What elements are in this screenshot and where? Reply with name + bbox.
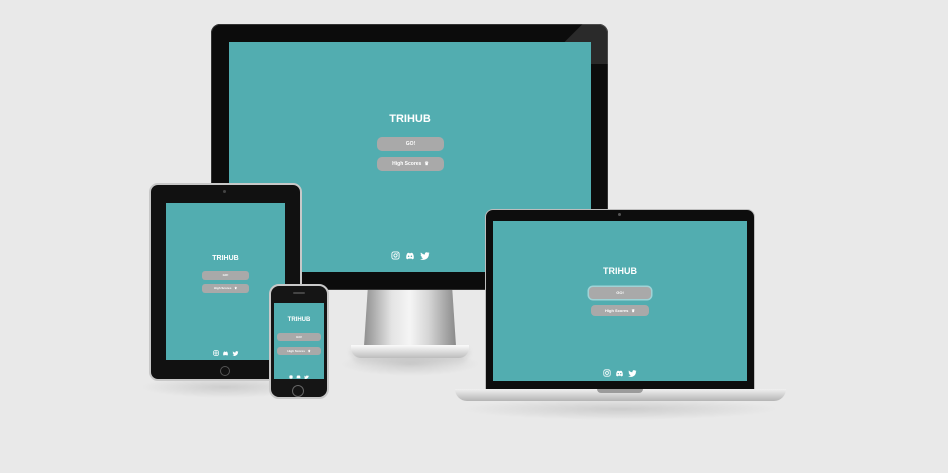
- phone-home-button: [292, 385, 304, 397]
- phone-speaker: [293, 292, 305, 294]
- discord-icon[interactable]: [615, 370, 624, 377]
- laptop-shadow: [460, 398, 780, 420]
- high-scores-button[interactable]: High Scores ♛: [277, 347, 321, 355]
- tablet-camera: [223, 190, 226, 193]
- social-links: [274, 375, 324, 379]
- high-scores-label: High Scores: [392, 161, 422, 167]
- crown-icon: ♛: [424, 161, 429, 167]
- phone: TRIHUB GO! High Scores ♛: [269, 284, 329, 399]
- laptop: TRIHUB GO! High Scores ♛: [485, 209, 755, 391]
- crown-icon: ♛: [631, 308, 635, 313]
- twitter-icon[interactable]: [304, 375, 309, 379]
- high-scores-label: High Scores: [213, 286, 232, 290]
- discord-icon[interactable]: [296, 375, 301, 379]
- social-links: [493, 369, 747, 377]
- laptop-notch: [597, 389, 643, 393]
- high-scores-button[interactable]: High Scores ♛: [377, 157, 444, 171]
- page-title: TRIHUB: [603, 266, 637, 276]
- high-scores-label: High Scores: [605, 308, 629, 313]
- high-scores-label: High Scores: [287, 349, 305, 353]
- page-title: TRIHUB: [212, 255, 239, 262]
- tablet-screen: TRIHUB GO! High Scores ♛: [166, 203, 285, 360]
- laptop-camera: [618, 213, 621, 216]
- tablet-home-button: [220, 366, 230, 376]
- discord-icon[interactable]: [222, 351, 229, 356]
- page-title: TRIHUB: [287, 317, 311, 323]
- instagram-icon[interactable]: [603, 369, 611, 377]
- go-button[interactable]: GO!: [589, 287, 651, 299]
- instagram-icon[interactable]: [289, 375, 293, 379]
- twitter-icon[interactable]: [419, 251, 430, 260]
- go-button[interactable]: GO!: [377, 137, 444, 151]
- monitor-stand: [364, 290, 456, 346]
- crown-icon: ♛: [307, 349, 311, 353]
- twitter-icon[interactable]: [231, 350, 239, 356]
- go-button[interactable]: GO!: [202, 271, 249, 280]
- high-scores-button[interactable]: High Scores ♛: [202, 284, 249, 293]
- discord-icon[interactable]: [405, 252, 415, 260]
- high-scores-button[interactable]: High Scores ♛: [591, 305, 649, 316]
- instagram-icon[interactable]: [212, 350, 219, 356]
- crown-icon: ♛: [234, 286, 238, 290]
- phone-screen: TRIHUB GO! High Scores ♛: [274, 303, 324, 379]
- monitor-base: [351, 345, 469, 358]
- page-title: TRIHUB: [389, 113, 431, 125]
- laptop-screen: TRIHUB GO! High Scores ♛: [493, 221, 747, 381]
- twitter-icon[interactable]: [628, 369, 637, 377]
- go-button[interactable]: GO!: [277, 333, 321, 341]
- social-links: [166, 350, 285, 356]
- instagram-icon[interactable]: [390, 251, 400, 260]
